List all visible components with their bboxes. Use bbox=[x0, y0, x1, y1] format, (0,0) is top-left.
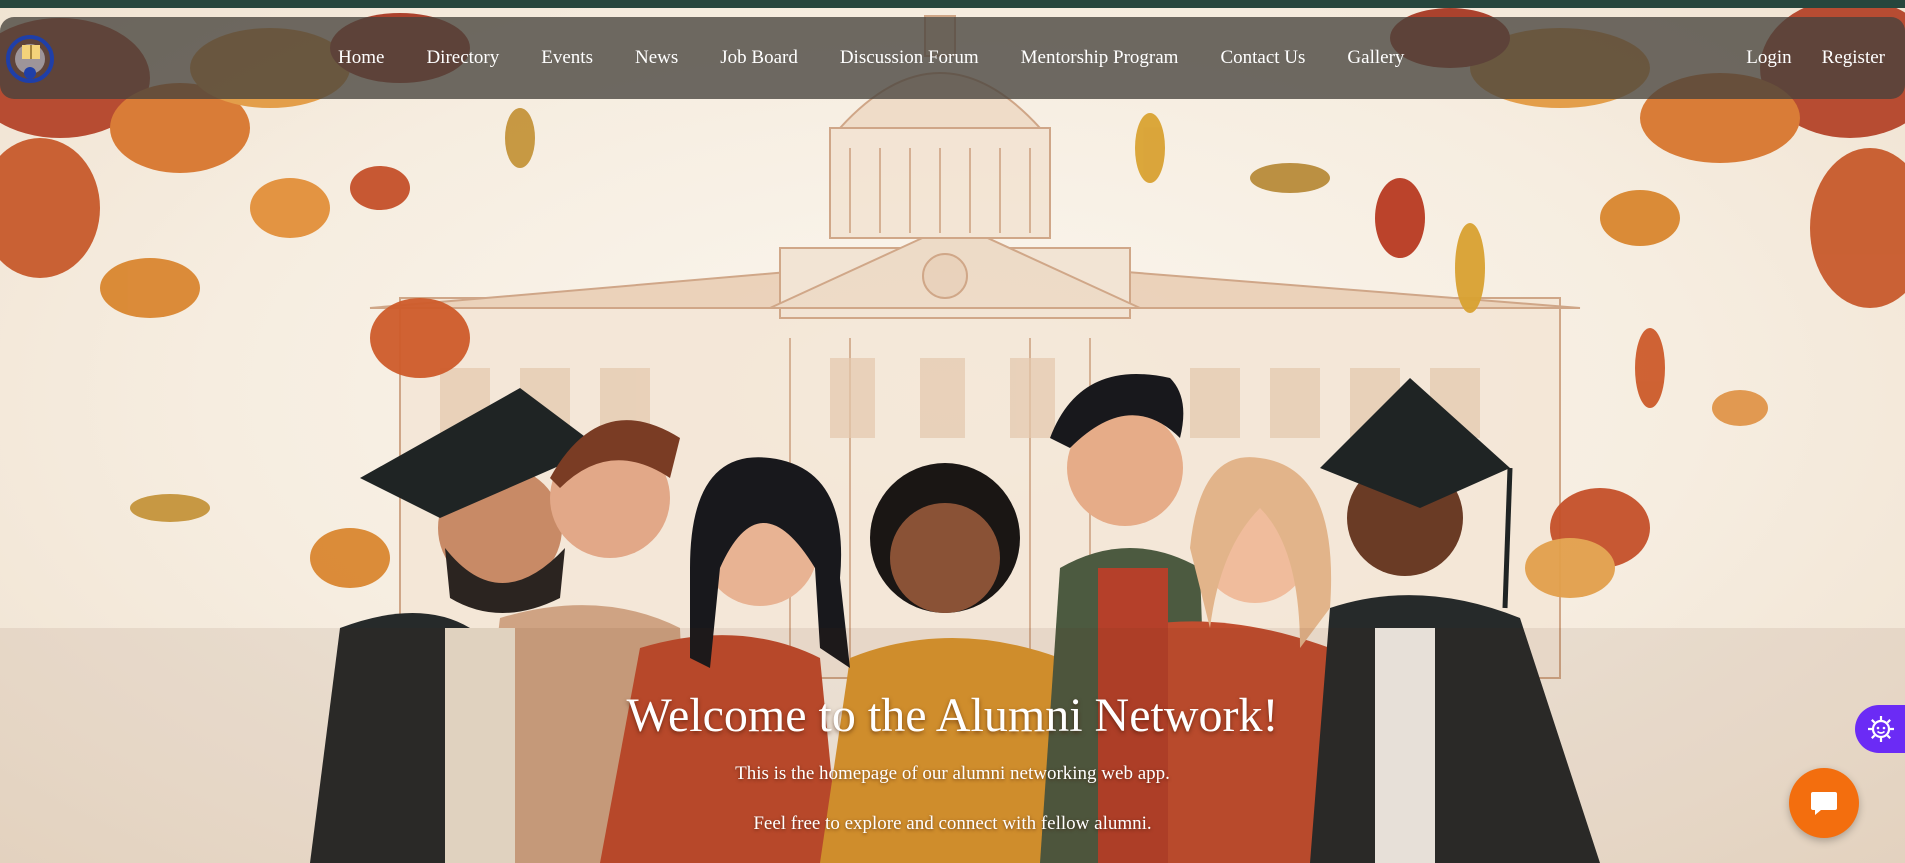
top-strip bbox=[0, 0, 1905, 8]
nav-link-events[interactable]: Events bbox=[541, 47, 593, 69]
welcome-line-1: This is the homepage of our alumni netwo… bbox=[735, 763, 1170, 784]
accessibility-settings-button[interactable] bbox=[1855, 705, 1905, 753]
nav-link-contact-us[interactable]: Contact Us bbox=[1220, 47, 1305, 69]
nav-link-job-board[interactable]: Job Board bbox=[720, 47, 798, 69]
nav-link-discussion-forum[interactable]: Discussion Forum bbox=[840, 47, 979, 69]
chat-bubble-icon bbox=[1811, 792, 1837, 815]
chat-button[interactable] bbox=[1789, 768, 1859, 838]
gear-icon bbox=[1868, 716, 1894, 742]
top-navbar: Home Directory Events News Job Board Dis… bbox=[0, 17, 1905, 99]
nav-link-home[interactable]: Home bbox=[338, 47, 384, 69]
welcome-line-2: Feel free to explore and connect with fe… bbox=[753, 813, 1152, 834]
nav-link-gallery[interactable]: Gallery bbox=[1347, 47, 1404, 69]
nav-link-news[interactable]: News bbox=[635, 47, 678, 69]
login-link[interactable]: Login bbox=[1746, 47, 1791, 69]
book-globe-logo[interactable] bbox=[6, 29, 58, 85]
welcome-title: Welcome to the Alumni Network! bbox=[626, 689, 1279, 742]
nav-links: Home Directory Events News Job Board Dis… bbox=[338, 17, 1446, 99]
nav-link-mentorship-program[interactable]: Mentorship Program bbox=[1021, 47, 1179, 69]
register-link[interactable]: Register bbox=[1822, 47, 1885, 69]
nav-link-directory[interactable]: Directory bbox=[426, 47, 499, 69]
auth-links: Login Register bbox=[1716, 17, 1885, 99]
